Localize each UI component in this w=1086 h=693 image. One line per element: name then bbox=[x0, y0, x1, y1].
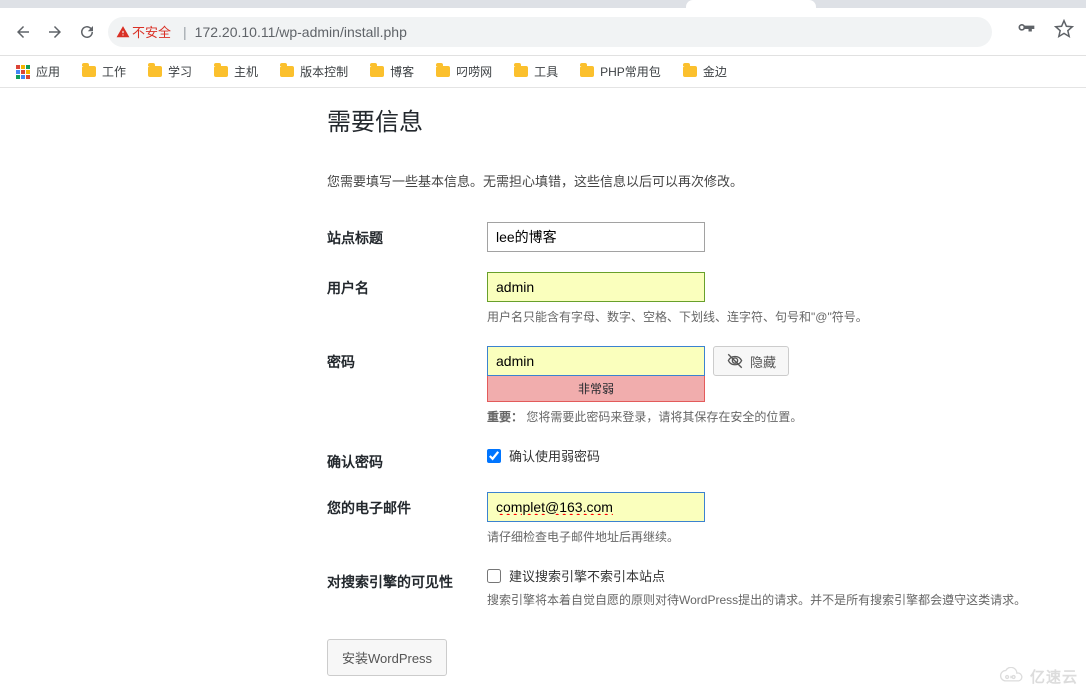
folder-icon bbox=[683, 66, 697, 77]
bookmarks-bar: 应用 工作 学习 主机 版本控制 博客 叼唠网 工具 PHP常用包 金边 bbox=[0, 56, 1086, 88]
separator: | bbox=[183, 24, 187, 40]
folder-icon bbox=[82, 66, 96, 77]
folder-icon bbox=[580, 66, 594, 77]
site-title-input[interactable] bbox=[487, 222, 705, 252]
username-label: 用户名 bbox=[327, 272, 487, 346]
bookmark-label: 版本控制 bbox=[300, 63, 348, 80]
browser-tab[interactable] bbox=[820, 0, 950, 8]
bookmark-folder[interactable]: 版本控制 bbox=[280, 63, 348, 80]
email-label: 您的电子邮件 bbox=[327, 492, 487, 566]
page-intro: 您需要填写一些基本信息。无需担心填错，这些信息以后可以再次修改。 bbox=[327, 171, 1086, 190]
bookmark-folder[interactable]: 主机 bbox=[214, 63, 258, 80]
bookmark-folder[interactable]: 工作 bbox=[82, 63, 126, 80]
bookmark-label: 博客 bbox=[390, 63, 414, 80]
bookmark-folder[interactable]: 金边 bbox=[683, 63, 727, 80]
bookmark-folder[interactable]: 工具 bbox=[514, 63, 558, 80]
password-input[interactable] bbox=[487, 346, 705, 376]
email-input[interactable] bbox=[487, 492, 705, 522]
password-label: 密码 bbox=[327, 346, 487, 446]
watermark: 亿速云 bbox=[998, 666, 1078, 687]
cloud-icon bbox=[998, 667, 1024, 687]
eye-off-icon bbox=[726, 352, 744, 370]
weak-password-checkbox[interactable] bbox=[487, 449, 501, 463]
bookmark-label: 主机 bbox=[234, 63, 258, 80]
browser-tab[interactable] bbox=[552, 0, 682, 8]
password-important-prefix: 重要： bbox=[487, 410, 523, 424]
page-content: 需要信息 您需要填写一些基本信息。无需担心填错，这些信息以后可以再次修改。 站点… bbox=[0, 88, 1086, 676]
install-form: 站点标题 用户名 用户名只能含有字母、数字、空格、下划线、连字符、句号和"@"符… bbox=[327, 222, 1026, 629]
bookmark-folder[interactable]: 学习 bbox=[148, 63, 192, 80]
seo-visibility-label: 对搜索引擎的可见性 bbox=[327, 566, 487, 629]
folder-icon bbox=[370, 66, 384, 77]
site-title-label: 站点标题 bbox=[327, 222, 487, 272]
url-text: 172.20.10.11/wp-admin/install.php bbox=[195, 24, 407, 40]
folder-icon bbox=[436, 66, 450, 77]
weak-password-text: 确认使用弱密码 bbox=[509, 446, 600, 465]
watermark-text: 亿速云 bbox=[1030, 666, 1078, 687]
reload-button[interactable] bbox=[76, 21, 98, 43]
bookmark-label: 金边 bbox=[703, 63, 727, 80]
bookmark-label: 学习 bbox=[168, 63, 192, 80]
bookmark-folder[interactable]: PHP常用包 bbox=[580, 63, 661, 80]
forward-button[interactable] bbox=[44, 21, 66, 43]
seo-discourage[interactable]: 建议搜索引擎不索引本站点 bbox=[487, 566, 1026, 585]
apps-label: 应用 bbox=[36, 63, 60, 80]
username-desc: 用户名只能含有字母、数字、空格、下划线、连字符、句号和"@"符号。 bbox=[487, 308, 1026, 326]
key-icon[interactable] bbox=[1016, 19, 1036, 44]
folder-icon bbox=[514, 66, 528, 77]
insecure-warning: 不安全 bbox=[116, 22, 171, 41]
browser-tab[interactable] bbox=[284, 0, 414, 8]
install-button[interactable]: 安装WordPress bbox=[327, 639, 447, 676]
password-strength: 非常弱 bbox=[487, 376, 705, 402]
folder-icon bbox=[280, 66, 294, 77]
hide-label: 隐藏 bbox=[750, 352, 776, 371]
apps-icon bbox=[16, 65, 30, 79]
insecure-label: 不安全 bbox=[132, 22, 171, 41]
tab-strip bbox=[0, 0, 1086, 8]
seo-desc: 搜索引擎将本着自觉自愿的原则对待WordPress提出的请求。并不是所有搜索引擎… bbox=[487, 591, 1026, 609]
bookmark-label: 工具 bbox=[534, 63, 558, 80]
hide-password-button[interactable]: 隐藏 bbox=[713, 346, 789, 376]
bookmark-folder[interactable]: 叼唠网 bbox=[436, 63, 492, 80]
seo-discourage-checkbox[interactable] bbox=[487, 569, 501, 583]
bookmark-label: 工作 bbox=[102, 63, 126, 80]
bookmark-star-icon[interactable] bbox=[1054, 19, 1074, 44]
weak-password-confirm[interactable]: 确认使用弱密码 bbox=[487, 446, 1026, 465]
email-desc: 请仔细检查电子邮件地址后再继续。 bbox=[487, 528, 1026, 546]
page-heading: 需要信息 bbox=[327, 102, 1086, 137]
confirm-password-label: 确认密码 bbox=[327, 446, 487, 492]
password-important-text: 您将需要此密码来登录，请将其保存在安全的位置。 bbox=[526, 410, 802, 424]
back-button[interactable] bbox=[12, 21, 34, 43]
address-bar[interactable]: 不安全 | 172.20.10.11/wp-admin/install.php bbox=[108, 17, 992, 47]
seo-discourage-text: 建议搜索引擎不索引本站点 bbox=[509, 566, 665, 585]
browser-tab[interactable] bbox=[16, 0, 146, 8]
folder-icon bbox=[148, 66, 162, 77]
bookmark-label: 叼唠网 bbox=[456, 63, 492, 80]
username-input[interactable] bbox=[487, 272, 705, 302]
browser-tab[interactable] bbox=[150, 0, 280, 8]
password-important: 重要： 您将需要此密码来登录，请将其保存在安全的位置。 bbox=[487, 408, 1026, 426]
browser-tab[interactable] bbox=[418, 0, 548, 8]
bookmark-folder[interactable]: 博客 bbox=[370, 63, 414, 80]
bookmark-label: PHP常用包 bbox=[600, 63, 661, 80]
browser-tab-active[interactable] bbox=[686, 0, 816, 8]
browser-toolbar: 不安全 | 172.20.10.11/wp-admin/install.php bbox=[0, 8, 1086, 56]
apps-button[interactable]: 应用 bbox=[16, 63, 60, 80]
browser-tab[interactable] bbox=[954, 0, 1084, 8]
folder-icon bbox=[214, 66, 228, 77]
